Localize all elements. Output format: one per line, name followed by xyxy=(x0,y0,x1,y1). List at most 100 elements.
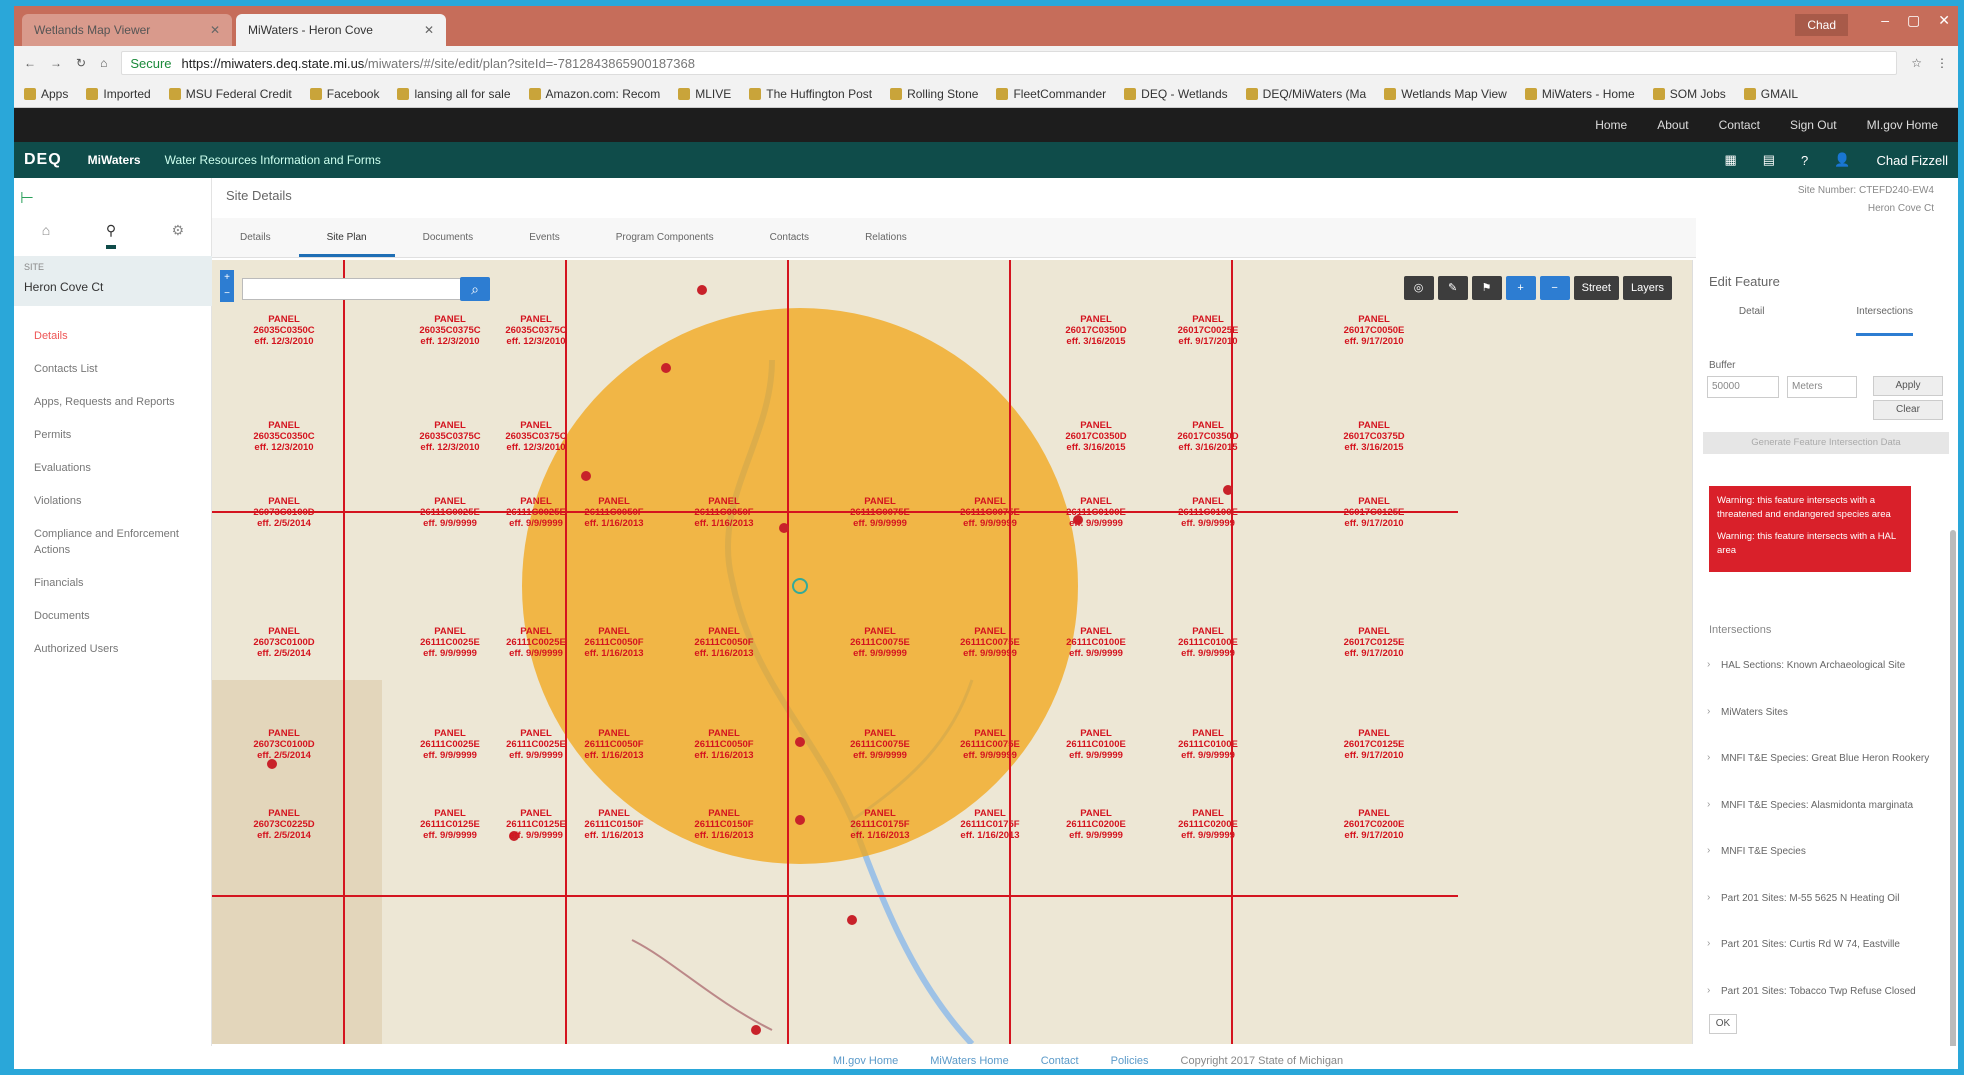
minimize-icon[interactable]: – xyxy=(1881,12,1889,29)
zoom-out-icon[interactable]: − xyxy=(1539,276,1570,300)
bookmark[interactable]: The Huffington Post xyxy=(749,87,872,101)
app-name[interactable]: MiWaters xyxy=(88,153,141,167)
bookmark[interactable]: Wetlands Map View xyxy=(1384,87,1507,101)
settings-tab-icon[interactable]: ⚙ xyxy=(172,222,185,249)
intersection-item[interactable]: Part 201 Sites: Tobacco Twp Refuse Close… xyxy=(1707,985,1947,1033)
reload-icon[interactable]: ↻ xyxy=(76,56,86,70)
site-map[interactable]: PANEL 26035C0350C eff. 12/3/2010 PANEL 26035… xyxy=(212,260,1698,1044)
menu-details[interactable]: Details xyxy=(34,328,184,344)
menu-violations[interactable]: Violations xyxy=(34,493,184,509)
footer-link[interactable]: MI.gov Home xyxy=(833,1055,898,1067)
pencil-icon[interactable]: ✎ xyxy=(1437,276,1468,300)
basemap-dropdown[interactable]: Street xyxy=(1573,276,1619,300)
forward-icon[interactable]: → xyxy=(50,56,62,70)
footer-link[interactable]: Policies xyxy=(1111,1055,1149,1067)
nav-about[interactable]: About xyxy=(1657,118,1688,132)
collapse-icon[interactable]: ⊢ xyxy=(20,188,34,208)
user-icon[interactable]: 👤 xyxy=(1834,152,1850,168)
browser-tab-miwaters[interactable]: MiWaters - Heron Cove ✕ xyxy=(236,14,446,46)
bookmark[interactable]: FleetCommander xyxy=(996,87,1106,101)
zoom-control[interactable]: + − xyxy=(220,270,234,302)
menu-evaluations[interactable]: Evaluations xyxy=(34,460,184,476)
menu-contacts-list[interactable]: Contacts List xyxy=(34,361,184,377)
star-icon[interactable]: ☆ xyxy=(1911,56,1922,70)
bookmark[interactable]: GMAIL xyxy=(1743,87,1798,101)
menu-compliance[interactable]: Compliance and Enforcement Actions xyxy=(34,526,184,558)
tab-documents[interactable]: Documents xyxy=(395,218,502,257)
close-icon[interactable]: ✕ xyxy=(210,23,220,37)
ok-button[interactable]: OK xyxy=(1709,1014,1737,1034)
tab-events[interactable]: Events xyxy=(501,218,588,257)
menu-documents[interactable]: Documents xyxy=(34,608,184,624)
site-name[interactable]: Heron Cove Ct xyxy=(24,280,202,294)
map-search-input[interactable] xyxy=(242,278,462,300)
intersection-item[interactable]: MNFI T&E Species: Alasmidonta marginata xyxy=(1707,799,1947,847)
generate-intersection-button[interactable]: Generate Feature Intersection Data xyxy=(1703,432,1949,454)
search-icon[interactable]: ⌕ xyxy=(460,277,490,301)
location-tab-icon[interactable]: ⚲ xyxy=(105,222,117,249)
intersection-item[interactable]: MNFI T&E Species: Great Blue Heron Rooke… xyxy=(1707,752,1947,800)
nav-contact[interactable]: Contact xyxy=(1719,118,1760,132)
bookmark[interactable]: DEQ/MiWaters (Ma xyxy=(1245,87,1366,101)
back-icon[interactable]: ← xyxy=(24,56,36,70)
unit-select[interactable]: Meters xyxy=(1787,376,1857,398)
calendar-icon[interactable]: ▦ xyxy=(1724,152,1736,168)
tab-contacts[interactable]: Contacts xyxy=(742,218,837,257)
bookmark[interactable]: lansing all for sale xyxy=(397,87,511,101)
nav-sign-out[interactable]: Sign Out xyxy=(1790,118,1837,132)
intersection-item[interactable]: MNFI T&E Species xyxy=(1707,845,1947,893)
close-window-icon[interactable]: ✕ xyxy=(1938,12,1950,29)
bookmark[interactable]: Rolling Stone xyxy=(890,87,978,101)
menu-icon[interactable]: ⋮ xyxy=(1936,56,1948,70)
bookmark[interactable]: MiWaters - Home xyxy=(1524,87,1635,101)
bookmark[interactable]: SOM Jobs xyxy=(1652,87,1726,101)
bookmark[interactable]: Imported xyxy=(86,87,151,101)
layers-dropdown[interactable]: Layers xyxy=(1622,276,1672,300)
tab-detail[interactable]: Detail xyxy=(1739,306,1765,336)
menu-financials[interactable]: Financials xyxy=(34,575,184,591)
intersection-item[interactable]: HAL Sections: Known Archaeological Site xyxy=(1707,659,1947,707)
menu-apps-requests[interactable]: Apps, Requests and Reports xyxy=(34,394,184,410)
nav-mi-gov-home[interactable]: MI.gov Home xyxy=(1867,118,1938,132)
address-bar[interactable]: Secure https://miwaters.deq.state.mi.us … xyxy=(121,51,1898,75)
help-icon[interactable]: ? xyxy=(1801,153,1808,168)
tab-site-plan[interactable]: Site Plan xyxy=(298,218,395,257)
apply-button[interactable]: Apply xyxy=(1873,376,1943,396)
scrollbar[interactable] xyxy=(1950,530,1956,1050)
user-name[interactable]: Chad Fizzell xyxy=(1876,153,1948,168)
buffer-input[interactable]: 50000 xyxy=(1707,376,1779,398)
zoom-in-icon[interactable]: + xyxy=(1505,276,1536,300)
message-icon[interactable]: ▤ xyxy=(1763,152,1775,168)
bookmark[interactable]: DEQ - Wetlands xyxy=(1124,87,1228,101)
panel-line: PANEL xyxy=(974,728,1006,739)
maximize-icon[interactable]: ▢ xyxy=(1907,12,1920,29)
nav-home[interactable]: Home xyxy=(1595,118,1627,132)
clear-button[interactable]: Clear xyxy=(1873,400,1943,420)
flood-panel-label: PANEL 26073C0100D eff. 2/5/2014 xyxy=(242,728,326,761)
tab-relations[interactable]: Relations xyxy=(837,218,935,257)
tab-details[interactable]: Details xyxy=(212,218,299,257)
bookmark[interactable]: MLIVE xyxy=(678,87,731,101)
panel-line: eff. 1/16/2013 xyxy=(584,648,644,659)
bookmark[interactable]: Apps xyxy=(24,87,68,101)
tab-program-components[interactable]: Program Components xyxy=(588,218,742,257)
bookmark[interactable]: MSU Federal Credit xyxy=(168,87,292,101)
home-tab-icon[interactable]: ⌂ xyxy=(42,222,50,249)
close-icon[interactable]: ✕ xyxy=(424,23,434,37)
browser-tab-wetlands[interactable]: Wetlands Map Viewer ✕ xyxy=(22,14,232,46)
intersection-item[interactable]: Part 201 Sites: Curtis Rd W 74, Eastvill… xyxy=(1707,938,1947,986)
footer-link[interactable]: Contact xyxy=(1041,1055,1079,1067)
measure-icon[interactable]: ⚑ xyxy=(1471,276,1502,300)
bookmark[interactable]: Amazon.com: Recom xyxy=(528,87,660,101)
menu-permits[interactable]: Permits xyxy=(34,427,184,443)
browser-user[interactable]: Chad xyxy=(1795,14,1848,36)
tab-intersections[interactable]: Intersections xyxy=(1856,306,1914,336)
bookmark[interactable]: Facebook xyxy=(309,87,379,101)
intersection-item[interactable]: MiWaters Sites xyxy=(1707,706,1947,754)
menu-authorized-users[interactable]: Authorized Users xyxy=(34,641,184,657)
home-icon[interactable]: ⌂ xyxy=(100,56,107,70)
footer-link[interactable]: MiWaters Home xyxy=(930,1055,1008,1067)
intersection-item[interactable]: Part 201 Sites: M-55 5625 N Heating Oil xyxy=(1707,892,1947,940)
deq-logo[interactable]: DEQ xyxy=(24,151,62,169)
locate-icon[interactable]: ◎ xyxy=(1403,276,1434,300)
